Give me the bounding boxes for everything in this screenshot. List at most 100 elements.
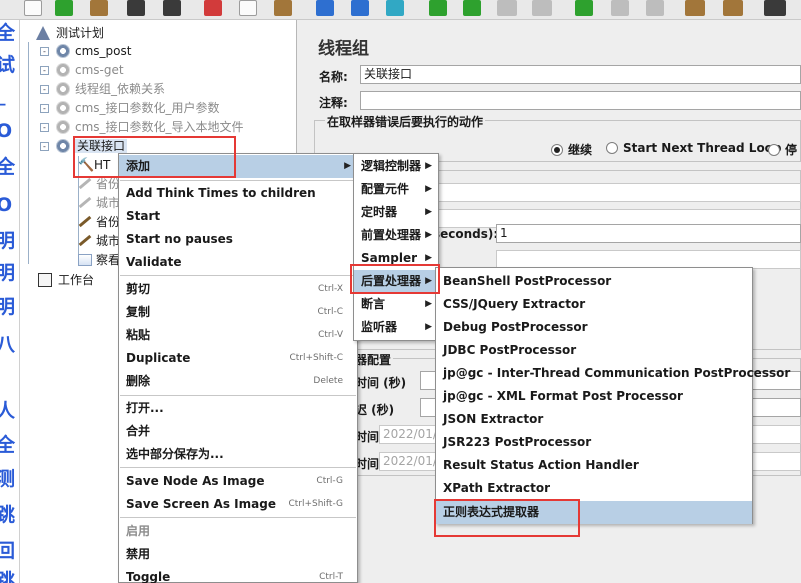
menu-item-delete[interactable]: 删除 Delete — [119, 370, 357, 393]
tree-item-user-params[interactable]: cms_接口参数化_用户参数 — [56, 99, 220, 117]
tree-item-city[interactable]: 城市 — [78, 194, 120, 212]
menu-item-label: 合并 — [126, 424, 151, 438]
tree-connector — [28, 154, 29, 264]
shortcut-label: Ctrl-X — [318, 284, 343, 294]
radio-continue[interactable]: 继续 — [551, 141, 592, 158]
save-icon[interactable] — [127, 0, 145, 16]
post-item-xml-format[interactable]: jp@gc - XML Format Post Processor — [436, 385, 752, 408]
shutdown-icon[interactable] — [532, 0, 552, 16]
strip-char: 回 — [0, 542, 15, 561]
menu-item-disable[interactable]: 禁用 — [119, 543, 357, 566]
menu-item-save-screen-image[interactable]: Save Screen As Image Ctrl+Shift-G — [119, 493, 357, 516]
submenu-item-logic-controller[interactable]: 逻辑控制器 ▶ — [354, 155, 438, 178]
post-item-inter-thread[interactable]: jp@gc - Inter-Thread Communication PostP… — [436, 362, 790, 385]
open-icon[interactable] — [90, 0, 108, 16]
post-item-xpath[interactable]: XPath Extractor — [436, 477, 752, 500]
thread-group-icon — [56, 82, 70, 96]
remote-start-icon[interactable] — [575, 0, 593, 16]
submenu-item-timer[interactable]: 定时器 ▶ — [354, 201, 438, 224]
radio-stop[interactable]: 停 — [768, 141, 797, 158]
scheduler-title: 器配置 — [353, 351, 394, 368]
menu-item-label: XPath Extractor — [443, 481, 550, 495]
templates-icon[interactable] — [55, 0, 73, 16]
search-icon[interactable] — [764, 0, 786, 16]
menu-item-cut[interactable]: 剪切 Ctrl-X — [119, 278, 357, 301]
clear-all-icon[interactable] — [723, 0, 743, 16]
tree-item-city-2[interactable]: 城市 — [78, 232, 120, 250]
shortcut-label: Ctrl-T — [319, 572, 343, 582]
menu-item-start-no-pauses[interactable]: Start no pauses — [119, 228, 357, 251]
menu-item-label: Validate — [126, 255, 182, 269]
expander-icon[interactable]: - — [40, 142, 49, 151]
tree-item-label: 省份 — [96, 177, 121, 191]
menu-item-paste[interactable]: 粘贴 Ctrl-V — [119, 324, 357, 347]
clear-icon[interactable] — [685, 0, 705, 16]
tree-item-cms-get[interactable]: cms-get — [56, 61, 124, 79]
expander-icon[interactable]: - — [40, 104, 49, 113]
tree-item-workbench[interactable]: 工作台 — [38, 271, 94, 289]
error-action-title: 在取样器错误后要执行的动作 — [325, 113, 486, 130]
start-icon[interactable] — [429, 0, 447, 16]
comment-label: 注释: — [319, 96, 348, 110]
test-plan-icon — [36, 26, 50, 40]
submenu-arrow-icon: ▶ — [425, 161, 432, 171]
post-item-json-extractor[interactable]: JSON Extractor — [436, 408, 752, 431]
save-as-icon[interactable] — [163, 0, 181, 16]
submenu-item-assertion[interactable]: 断言 ▶ — [354, 293, 438, 316]
expander-icon[interactable]: - — [40, 85, 49, 94]
menu-item-think-times[interactable]: Add Think Times to children — [119, 182, 357, 205]
expander-icon[interactable]: - — [40, 123, 49, 132]
remote-shutdown-icon[interactable] — [646, 0, 664, 16]
copy-icon[interactable] — [239, 0, 257, 16]
post-item-result-status[interactable]: Result Status Action Handler — [436, 454, 752, 477]
menu-item-save-node-image[interactable]: Save Node As Image Ctrl-G — [119, 470, 357, 493]
tree-item-view-results[interactable]: 察看 — [78, 251, 120, 269]
menu-item-merge[interactable]: 合并 — [119, 420, 357, 443]
radio-icon — [606, 142, 618, 154]
tree-item-local-file[interactable]: cms_接口参数化_导入本地文件 — [56, 118, 244, 136]
menu-item-start[interactable]: Start — [119, 205, 357, 228]
menu-item-label: BeanShell PostProcessor — [443, 274, 612, 288]
expander-icon[interactable]: - — [40, 47, 49, 56]
menu-item-label: 断言 — [361, 297, 386, 311]
sampler-icon — [78, 177, 92, 190]
menu-item-open[interactable]: 打开... — [119, 397, 357, 420]
tree-item-province-2[interactable]: 省份 — [78, 213, 120, 231]
expander-icon[interactable]: - — [40, 66, 49, 75]
post-item-debug[interactable]: Debug PostProcessor — [436, 316, 752, 339]
expand-icon[interactable] — [316, 0, 334, 16]
tree-item-test-plan[interactable]: 测试计划 — [36, 24, 104, 42]
menu-item-copy[interactable]: 复制 Ctrl-C — [119, 301, 357, 324]
remote-stop-icon[interactable] — [611, 0, 629, 16]
sampler-icon — [78, 234, 92, 247]
submenu-item-config-element[interactable]: 配置元件 ▶ — [354, 178, 438, 201]
menu-item-validate[interactable]: Validate — [119, 251, 357, 274]
menu-item-label: Start no pauses — [126, 232, 233, 246]
tree-item-cms-post[interactable]: cms_post — [56, 42, 131, 60]
tree-item-dependency[interactable]: 线程组_依赖关系 — [56, 80, 165, 98]
comment-field[interactable] — [360, 91, 801, 110]
submenu-arrow-icon: ▶ — [425, 299, 432, 309]
post-item-jdbc[interactable]: JDBC PostProcessor — [436, 339, 752, 362]
post-item-css-jquery[interactable]: CSS/JQuery Extractor — [436, 293, 752, 316]
menu-item-label: 定时器 — [361, 205, 398, 219]
collapse-icon[interactable] — [351, 0, 369, 16]
paste-icon[interactable] — [274, 0, 292, 16]
ramp-up-field[interactable]: 1 — [496, 224, 801, 243]
thread-group-icon — [56, 44, 70, 58]
submenu-arrow-icon: ▶ — [425, 207, 432, 217]
new-icon[interactable] — [24, 0, 42, 16]
menu-item-toggle[interactable]: Toggle Ctrl-T — [119, 566, 357, 583]
post-item-beanshell[interactable]: BeanShell PostProcessor — [436, 270, 752, 293]
name-field[interactable]: 关联接口 — [360, 65, 801, 84]
toggle-icon[interactable] — [386, 0, 404, 16]
stop-icon[interactable] — [497, 0, 517, 16]
radio-start-next-loop[interactable]: Start Next Thread Loop — [606, 141, 782, 155]
submenu-item-pre-processor[interactable]: 前置处理器 ▶ — [354, 224, 438, 247]
menu-item-save-selection[interactable]: 选中部分保存为... — [119, 443, 357, 466]
post-item-jsr223[interactable]: JSR223 PostProcessor — [436, 431, 752, 454]
cut-icon[interactable] — [204, 0, 222, 16]
submenu-item-listener[interactable]: 监听器 ▶ — [354, 316, 438, 339]
menu-item-duplicate[interactable]: Duplicate Ctrl+Shift-C — [119, 347, 357, 370]
start-no-pauses-icon[interactable] — [463, 0, 481, 16]
